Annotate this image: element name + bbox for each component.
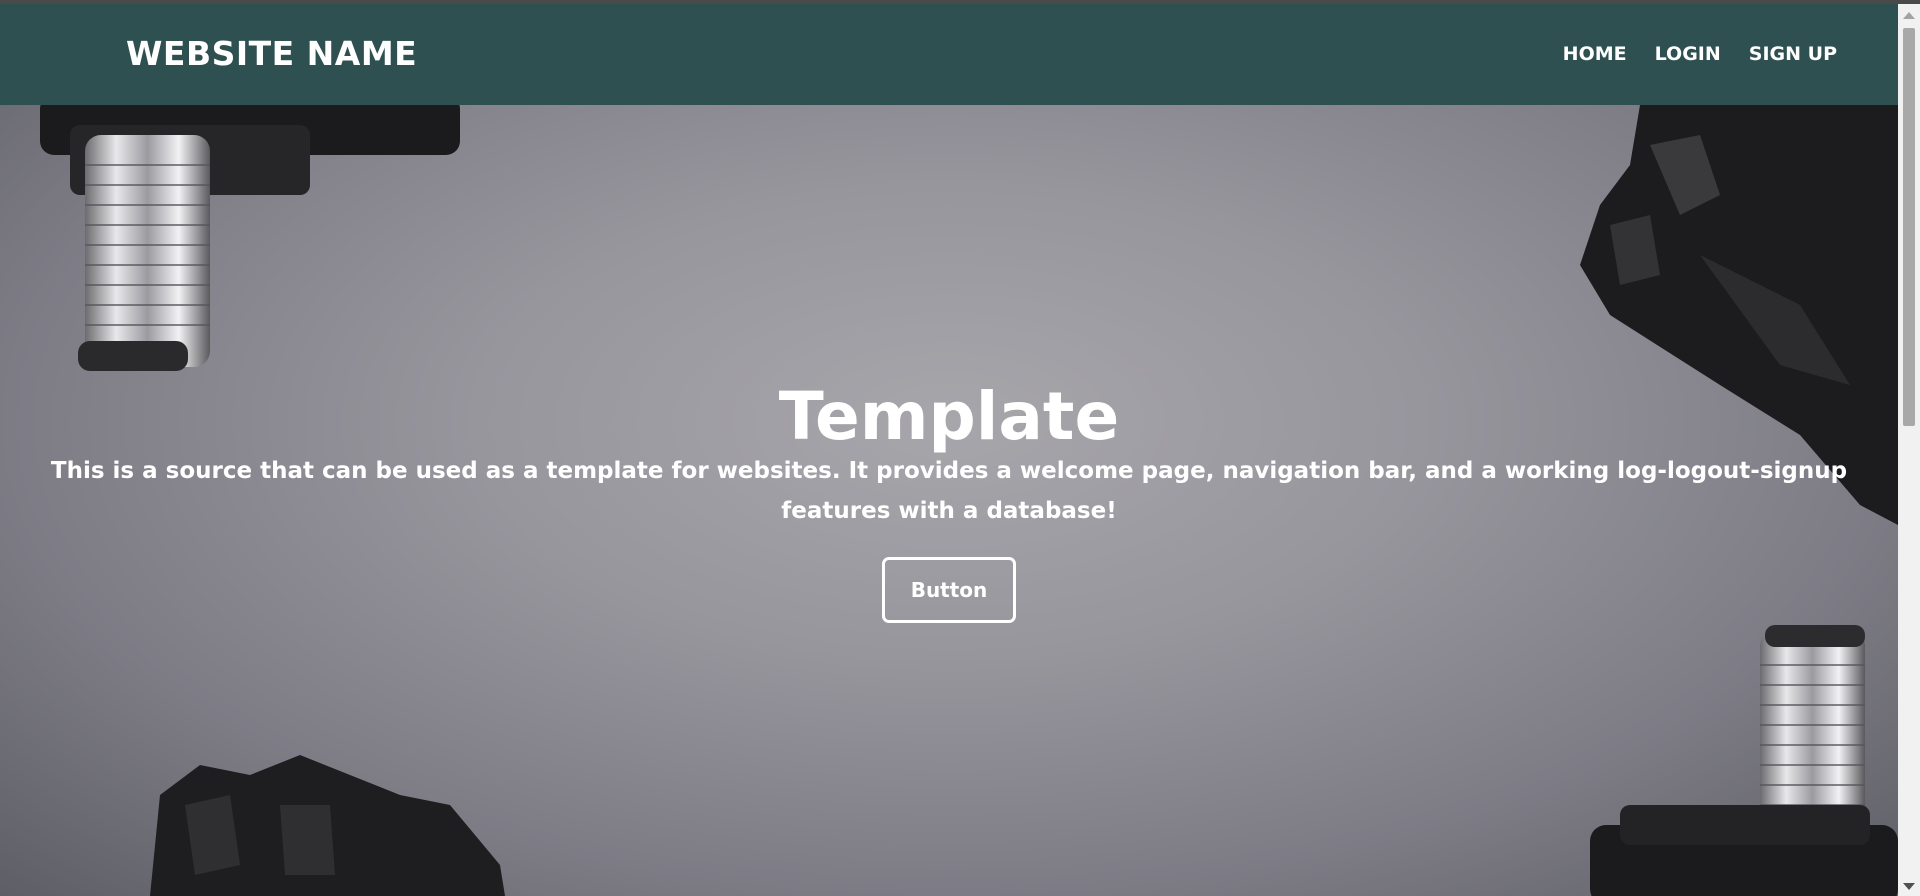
scrollbar-thumb[interactable] xyxy=(1903,28,1915,426)
scroll-down-arrow-icon[interactable] xyxy=(1903,883,1915,890)
dumbbell-top-left xyxy=(40,105,460,371)
nav-home-link[interactable]: HOME xyxy=(1563,42,1627,66)
hero-section: Template This is a source that can be us… xyxy=(0,105,1898,896)
page: WEBSITE NAME HOME LOGIN SIGN UP Template… xyxy=(0,0,1920,896)
hero-description: This is a source that can be used as a t… xyxy=(50,458,1848,524)
nav-links: HOME LOGIN SIGN UP xyxy=(1563,42,1837,66)
navbar: WEBSITE NAME HOME LOGIN SIGN UP xyxy=(0,4,1898,105)
nav-signup-link[interactable]: SIGN UP xyxy=(1749,42,1837,66)
dumbbell-bottom-right xyxy=(1590,625,1898,896)
glove-bottom-left xyxy=(150,755,505,896)
nav-login-link[interactable]: LOGIN xyxy=(1655,42,1721,66)
brand-logo-text[interactable]: WEBSITE NAME xyxy=(126,34,417,74)
vertical-scrollbar[interactable] xyxy=(1898,4,1920,896)
scroll-up-arrow-icon[interactable] xyxy=(1903,12,1915,19)
hero-title: Template xyxy=(778,378,1120,455)
hero-cta-button[interactable]: Button xyxy=(882,557,1016,623)
